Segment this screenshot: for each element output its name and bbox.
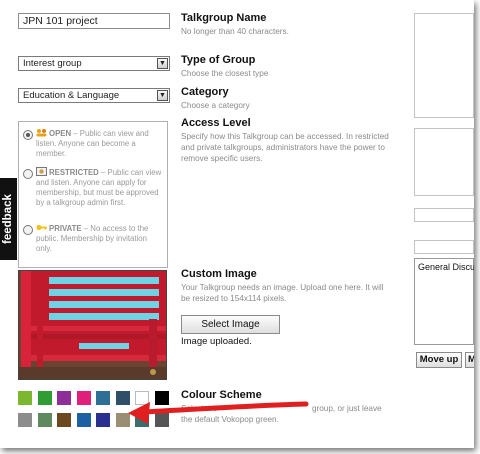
select-image-button[interactable]: Select Image bbox=[181, 315, 280, 334]
discussion-list[interactable]: General Discus bbox=[414, 258, 474, 345]
category-title: Category bbox=[181, 86, 229, 98]
group-type-title: Type of Group bbox=[181, 54, 256, 66]
radio-restricted[interactable] bbox=[23, 169, 33, 179]
colour-swatch[interactable] bbox=[76, 391, 91, 405]
custom-image-preview bbox=[18, 270, 167, 380]
colour-swatch[interactable] bbox=[76, 413, 91, 427]
group-type-hint: Choose the closest type bbox=[181, 69, 269, 78]
right-panel-field-1[interactable] bbox=[414, 208, 474, 222]
key-icon bbox=[36, 224, 47, 231]
group-icon bbox=[36, 129, 47, 137]
annotation-arrow bbox=[128, 401, 309, 424]
radio-open[interactable] bbox=[23, 130, 33, 140]
colour-swatch[interactable] bbox=[37, 391, 52, 405]
colour-swatch[interactable] bbox=[96, 391, 110, 405]
colour-swatch[interactable] bbox=[18, 413, 32, 427]
right-panel-field-2[interactable] bbox=[414, 240, 474, 254]
colour-swatch[interactable] bbox=[96, 413, 110, 427]
feedback-tab[interactable]: feedback bbox=[0, 178, 17, 260]
uploaded-image bbox=[19, 271, 166, 379]
restricted-icon bbox=[36, 167, 47, 176]
colour-hint-part2: group, or just leave bbox=[311, 404, 382, 413]
right-panel-box-1 bbox=[414, 13, 474, 118]
move-up-button[interactable]: Move up bbox=[416, 352, 462, 368]
category-select[interactable]: Education & Language ▼ bbox=[18, 88, 170, 103]
custom-image-title: Custom Image bbox=[181, 268, 257, 280]
talkgroup-name-input[interactable]: JPN 101 project bbox=[18, 13, 170, 29]
talkgroup-name-title: Talkgroup Name bbox=[181, 12, 267, 24]
access-option-private[interactable]: PRIVATE – No access to the public. Membe… bbox=[23, 223, 163, 254]
group-type-value: Interest group bbox=[23, 58, 82, 69]
colour-swatch[interactable] bbox=[57, 391, 71, 405]
discussion-list-item[interactable]: General Discus bbox=[415, 259, 474, 275]
chevron-down-icon: ▼ bbox=[157, 58, 168, 69]
access-open-name: OPEN bbox=[49, 129, 72, 138]
colour-swatch[interactable] bbox=[37, 413, 52, 427]
move-down-button[interactable]: Mo bbox=[465, 352, 474, 368]
chevron-down-icon: ▼ bbox=[157, 90, 168, 101]
talkgroup-name-hint: No longer than 40 characters. bbox=[181, 27, 289, 36]
access-private-name: PRIVATE bbox=[49, 224, 82, 233]
access-level-title: Access Level bbox=[181, 117, 251, 129]
colour-swatch[interactable] bbox=[18, 391, 32, 405]
access-restricted-name: RESTRICTED bbox=[49, 168, 99, 177]
access-option-open[interactable]: OPEN – Public can view and listen. Anyon… bbox=[23, 128, 163, 159]
colour-swatch[interactable] bbox=[57, 413, 71, 427]
category-value: Education & Language bbox=[23, 90, 120, 101]
group-type-select[interactable]: Interest group ▼ bbox=[18, 56, 170, 71]
page: JPN 101 project Talkgroup Name No longer… bbox=[0, 0, 474, 448]
category-hint: Choose a category bbox=[181, 101, 250, 110]
custom-image-hint: Your Talkgroup needs an image. Upload on… bbox=[181, 283, 384, 303]
access-level-hint: Specify how this Talkgroup can be access… bbox=[181, 132, 389, 163]
access-level-options: OPEN – Public can view and listen. Anyon… bbox=[18, 121, 168, 268]
image-upload-status: Image uploaded. bbox=[181, 336, 252, 347]
access-option-restricted[interactable]: RESTRICTED – Public can view and listen.… bbox=[23, 167, 163, 208]
radio-private[interactable] bbox=[23, 225, 33, 235]
right-panel-box-2 bbox=[414, 128, 474, 196]
